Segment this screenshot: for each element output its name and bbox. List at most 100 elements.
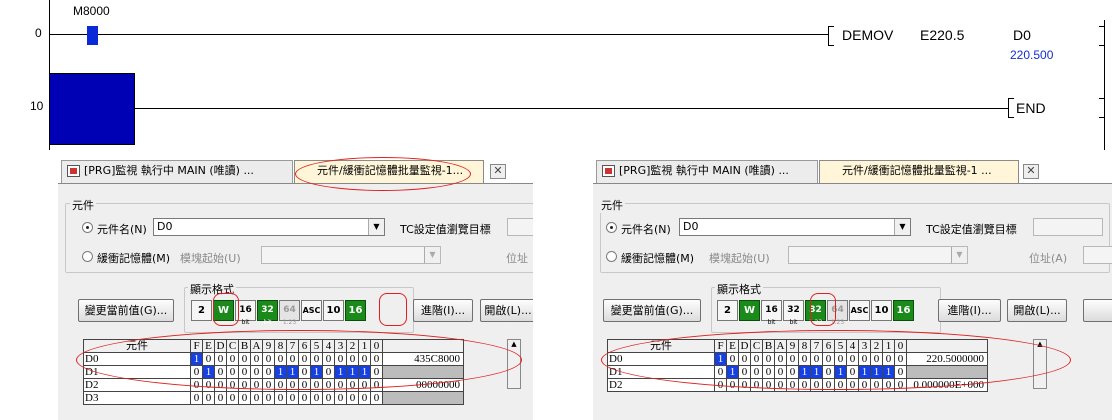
tab-program-monitor[interactable]: [PRG]監視 執行中 MAIN (唯讀) ... [596, 160, 818, 183]
tab-label: 元件/緩衝記憶體批量監視-1 ... [842, 164, 992, 177]
rung-wire [49, 34, 829, 35]
open-button[interactable]: 開啟(L)... [1007, 299, 1067, 322]
format-binary-button[interactable]: 2 [717, 300, 738, 321]
format-label: 16 [239, 305, 252, 315]
end-bracket-right [1099, 98, 1105, 118]
tc-setting-combo[interactable] [507, 218, 533, 236]
program-icon [67, 165, 80, 177]
change-current-value-button[interactable]: 變更當前值(G)... [603, 299, 701, 322]
device-name-label: 元件名(N) [97, 223, 147, 236]
address-label: 位址 [506, 252, 528, 265]
bit-cell[interactable]: 0 [310, 391, 323, 405]
tc-setting-combo[interactable] [1033, 218, 1103, 236]
chevron-down-icon[interactable]: ▼ [424, 247, 440, 263]
bit-cell[interactable]: 0 [238, 391, 251, 405]
close-icon[interactable]: ✕ [1023, 164, 1039, 179]
device-name-cell[interactable]: D3 [83, 391, 191, 405]
chevron-down-icon[interactable]: ▼ [894, 219, 910, 235]
device-name-radio[interactable] [82, 222, 93, 233]
end-instruction[interactable]: END [1016, 100, 1046, 116]
bit-cell[interactable]: 0 [250, 391, 263, 405]
bit-cell[interactable]: 0 [202, 391, 215, 405]
format-32bit-button[interactable]: 32 bit [783, 300, 804, 326]
device-name-value: D0 [683, 220, 699, 233]
contact-label: M8000 [73, 4, 110, 18]
format-label: 32 [787, 305, 800, 315]
bit-cell[interactable]: 0 [358, 391, 371, 405]
monitor-current-value: 220.500 [1010, 48, 1054, 62]
device-name-combo[interactable]: D0 ▼ [679, 218, 911, 236]
contact-m8000[interactable] [87, 26, 98, 45]
module-start-label: 模塊起始(U) [709, 252, 770, 265]
close-icon[interactable]: ✕ [490, 164, 506, 179]
bit-cell[interactable]: 0 [298, 391, 311, 405]
tc-setting-label: TC設定值瀏覽目標 [926, 223, 1017, 236]
buffer-memory-radio[interactable] [606, 251, 617, 262]
tc-setting-label: TC設定值瀏覽目標 [400, 223, 491, 236]
end-bracket-left [1008, 98, 1014, 118]
device-name-combo[interactable]: D0 ▼ [153, 218, 385, 236]
extra-button[interactable] [1083, 299, 1112, 322]
instruction-operand-source[interactable]: E220.5 [920, 27, 964, 43]
bit-cell[interactable]: 0 [346, 391, 359, 405]
rung-wire [135, 108, 1009, 109]
buffer-memory-label: 緩衝記憶體(M) [97, 252, 171, 265]
module-start-combo[interactable]: ▼ [788, 246, 968, 264]
bit-cell[interactable]: 0 [322, 391, 335, 405]
advanced-button[interactable]: 進階(I)... [413, 299, 473, 322]
float-button-highlight [810, 293, 836, 326]
format-16bit-button[interactable]: 16 bit [761, 300, 782, 326]
tab-label: [PRG]監視 執行中 MAIN (唯讀) ... [619, 164, 789, 177]
tab-batch-monitor[interactable]: 元件/緩衝記憶體批量監視-1 ... [819, 160, 1019, 183]
change-current-value-button[interactable]: 變更當前值(G)... [78, 299, 174, 322]
tab-bar: [PRG]監視 執行中 MAIN (唯讀) ... 元件/緩衝記憶體批量監視-1… [593, 157, 1112, 183]
device-name-radio[interactable] [606, 222, 617, 233]
bit-cell[interactable]: 0 [286, 391, 299, 405]
table-row[interactable]: D3 0 0 0 0 0 0 0 0 0 0 0 0 0 0 0 0 [83, 391, 464, 405]
bit-cell[interactable]: 0 [262, 391, 275, 405]
advanced-button[interactable]: 進階(I)... [938, 299, 1001, 322]
module-start-combo[interactable]: ▼ [261, 246, 441, 264]
bit-cell[interactable]: 0 [370, 391, 383, 405]
format-decimal-button[interactable]: 10 [871, 300, 892, 321]
format-word-button[interactable]: W [739, 300, 760, 321]
chevron-down-icon[interactable]: ▼ [368, 219, 384, 235]
step-number: 10 [30, 99, 44, 113]
tab-label: [PRG]監視 執行中 MAIN (唯讀) ... [84, 164, 254, 177]
bit-cell[interactable]: 0 [274, 391, 287, 405]
format-ascii-button[interactable]: ASC [849, 300, 870, 321]
format-64bit-button[interactable]: 64 1.23 [279, 300, 300, 326]
grid-highlight [601, 330, 1071, 390]
tab-highlight [295, 157, 471, 191]
format-label: 16 [765, 305, 778, 315]
format-decimal-button[interactable]: 10 [323, 300, 344, 321]
device-name-label: 元件名(N) [621, 223, 671, 236]
instruction-name[interactable]: DEMOV [842, 27, 893, 43]
batch-monitor-window-left: [PRG]監視 執行中 MAIN (唯讀) ... 元件/緩衝記憶體批量監視-1… [58, 157, 533, 420]
ladder-cursor[interactable] [49, 73, 135, 145]
value-cell [382, 391, 464, 405]
format-title: 顯示格式 [715, 281, 763, 297]
instruction-bracket-left [828, 26, 834, 46]
device-name-value: D0 [157, 220, 173, 233]
bit-cell[interactable]: 0 [226, 391, 239, 405]
buffer-memory-radio[interactable] [82, 251, 93, 262]
batch-monitor-window-right: [PRG]監視 執行中 MAIN (唯讀) ... 元件/緩衝記憶體批量監視-1… [593, 157, 1112, 420]
open-button[interactable]: 開啟(L)... [480, 299, 533, 322]
tab-program-monitor[interactable]: [PRG]監視 執行中 MAIN (唯讀) ... [61, 160, 293, 183]
format-hex-button[interactable]: 16 [893, 300, 914, 321]
address-field[interactable] [1083, 246, 1112, 264]
chevron-down-icon[interactable]: ▼ [951, 247, 967, 263]
bit-cell[interactable]: 0 [190, 391, 203, 405]
step-number: 0 [35, 26, 42, 40]
format-ascii-button[interactable]: ASC [301, 300, 322, 321]
hex-button-highlight [379, 293, 407, 326]
group-title: 元件 [599, 197, 625, 213]
format-32bit-button[interactable]: 32 bit [257, 300, 278, 326]
format-hex-button[interactable]: 16 [345, 300, 366, 321]
bit-cell[interactable]: 0 [334, 391, 347, 405]
word-button-highlight [213, 293, 239, 326]
bit-cell[interactable]: 0 [214, 391, 227, 405]
instruction-operand-dest[interactable]: D0 [1013, 27, 1031, 43]
format-binary-button[interactable]: 2 [191, 300, 212, 321]
